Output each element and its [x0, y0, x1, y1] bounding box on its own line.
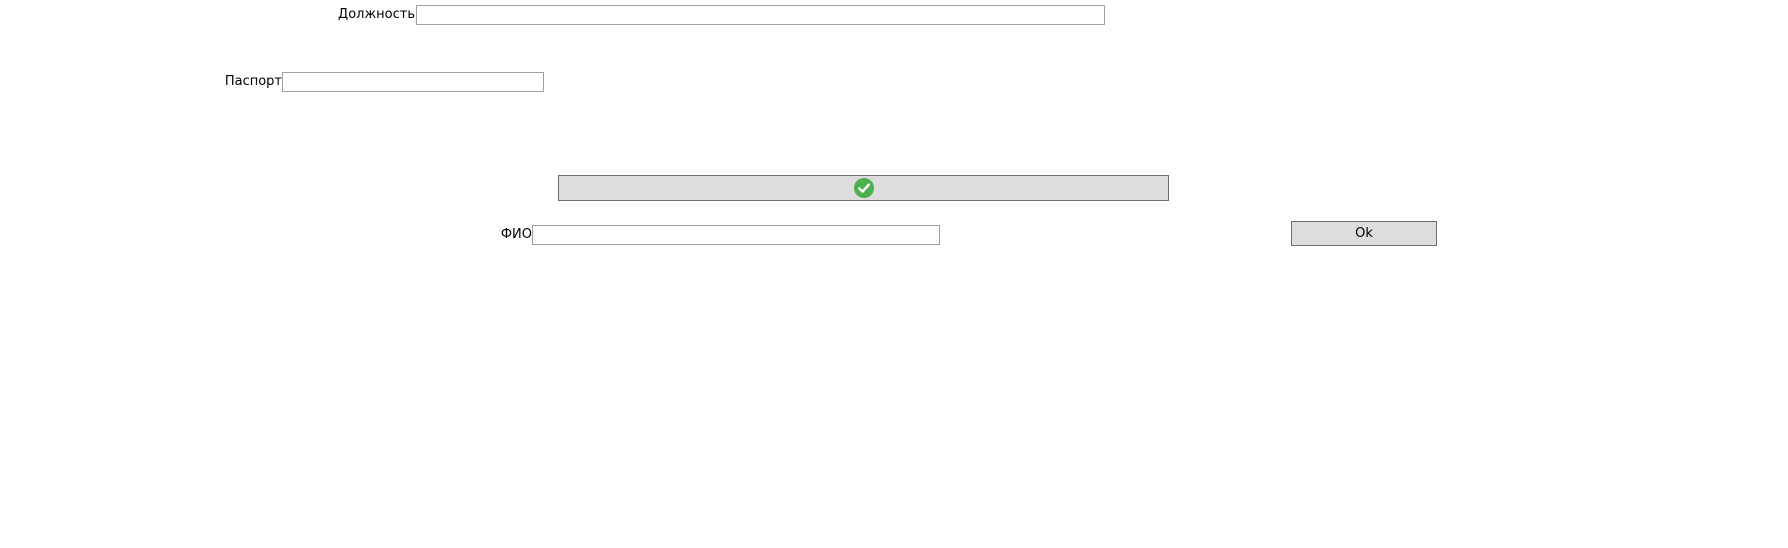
- ok-button-label: Ok: [1355, 226, 1373, 241]
- passport-input[interactable]: [282, 72, 544, 92]
- confirm-button[interactable]: [558, 175, 1169, 201]
- check-circle-icon: [853, 178, 874, 198]
- fio-label: ФИО: [500, 227, 532, 242]
- passport-label: Паспорт: [224, 74, 282, 89]
- position-label: Должность: [338, 7, 415, 22]
- ok-button[interactable]: Ok: [1291, 221, 1437, 246]
- fio-input[interactable]: [532, 225, 940, 245]
- position-input[interactable]: [416, 5, 1105, 25]
